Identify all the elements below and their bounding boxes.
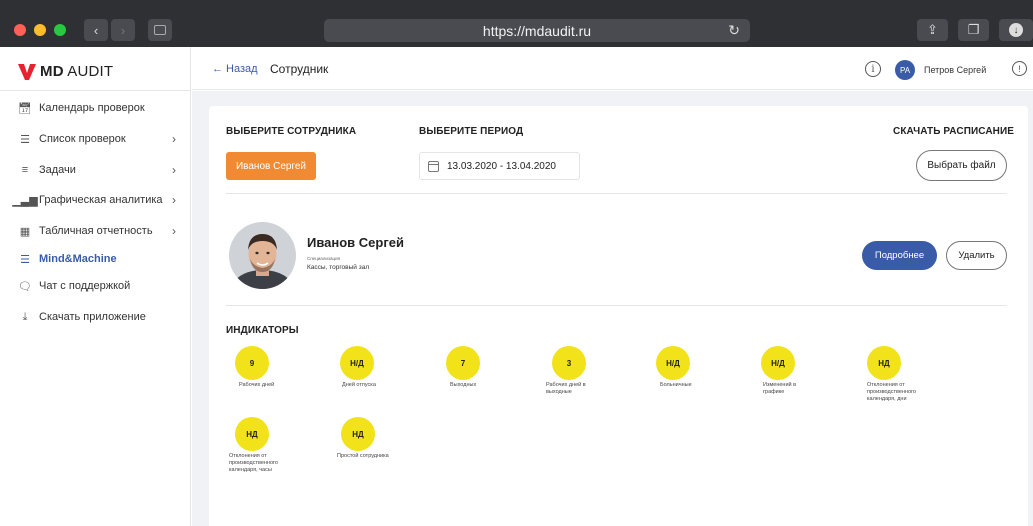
indicator-label: Рабочих дней в выходные (546, 382, 586, 395)
sidebar-item-graphic-analytics[interactable]: ▁▃▆ Графическая аналитика › (12, 190, 186, 210)
indicator-value: НД (867, 346, 901, 380)
server-icon: ☰ (20, 253, 30, 266)
sidebar: MD AUDIT 📅︎ Календарь проверок ☰ Список … (0, 47, 191, 526)
chevron-left-icon: ‹ (93, 22, 99, 38)
share-button[interactable]: ⇪ (917, 19, 948, 41)
share-icon: ⇪ (927, 22, 938, 37)
divider (226, 193, 1007, 194)
chat-icon: 🗨︎ (18, 280, 32, 293)
employee-select-button[interactable]: Иванов Сергей (226, 152, 316, 180)
forward-nav-button[interactable]: › (111, 19, 135, 41)
period-select-title: ВЫБЕРИТЕ ПЕРИОД (419, 126, 524, 137)
sidebar-item-label: Задачи (39, 164, 76, 176)
main-content: ВЫБЕРИТЕ СОТРУДНИКА Иванов Сергей ВЫБЕРИ… (192, 91, 1033, 526)
person-photo-icon (229, 222, 296, 289)
employee-name: Иванов Сергей (307, 235, 404, 250)
tabs-button[interactable]: ❐ (958, 19, 989, 41)
indicator-label: Изменений в графике (763, 382, 797, 395)
specialization-value: Кассы, торговый зал (307, 264, 370, 271)
indicator-value: 3 (552, 346, 586, 380)
download-icon: ↓ (1009, 23, 1023, 37)
back-nav-button[interactable]: ‹ (84, 19, 108, 41)
sidebar-icon (154, 25, 166, 35)
employee-select-title: ВЫБЕРИТЕ СОТРУДНИКА (226, 126, 357, 137)
indicator-label: Отклонения от производственного календар… (229, 453, 278, 473)
table-icon: ▦ (19, 225, 31, 238)
indicator-label: Простой сотрудника (337, 453, 389, 459)
top-bar: ← Назад Сотрудник i PA Петров Сергей ! (192, 47, 1033, 90)
logo[interactable]: MD AUDIT (18, 63, 113, 80)
schedule-title: СКАЧАТЬ РАСПИСАНИЕ (893, 126, 1015, 137)
indicator-label: Выходных (450, 382, 477, 388)
sidebar-item-support-chat[interactable]: 🗨︎ Чат с поддержкой (18, 276, 186, 296)
period-input[interactable]: 13.03.2020 - 13.04.2020 (419, 152, 580, 180)
checklist-icon: ☰ (20, 133, 30, 146)
period-value: 13.03.2020 - 13.04.2020 (447, 160, 556, 172)
calendar-icon (428, 160, 439, 172)
avatar[interactable]: PA (895, 60, 915, 80)
maximize-window-button[interactable] (54, 24, 66, 36)
sidebar-item-label: Табличная отчетность (39, 225, 153, 237)
sidebar-divider (0, 90, 191, 91)
reload-icon[interactable]: ↻ (728, 22, 740, 39)
indicator-label: Больничные (660, 382, 692, 388)
tabs-icon: ❐ (967, 22, 980, 37)
details-button[interactable]: Подробнее (862, 241, 937, 270)
sidebar-item-calendar[interactable]: 📅︎ Календарь проверок (18, 98, 186, 118)
minimize-window-button[interactable] (34, 24, 46, 36)
indicator-value: 7 (446, 346, 480, 380)
download-icon: ⤓ (22, 310, 28, 323)
page-title: Сотрудник (270, 62, 329, 76)
sidebar-item-label: Список проверок (39, 133, 126, 145)
calendar-icon: 📅︎ (18, 102, 32, 115)
sidebar-item-mind-machine[interactable]: ☰ Mind&Machine (18, 249, 186, 269)
bar-chart-icon: ▁▃▆ (12, 194, 38, 207)
indicator-label: Дней отпуска (342, 382, 376, 388)
sidebar-item-table-reports[interactable]: ▦ Табличная отчетность › (18, 221, 186, 241)
downloads-button[interactable]: ↓ (999, 19, 1033, 41)
logo-text: MD AUDIT (40, 63, 114, 80)
chevron-right-icon: › (172, 132, 176, 146)
address-bar[interactable]: https://mdaudit.ru ↻ (324, 19, 750, 42)
chevron-right-icon: › (120, 22, 126, 38)
info-icon[interactable]: i (865, 61, 881, 77)
sidebar-item-tasks[interactable]: ≡ Задачи › (18, 160, 186, 180)
indicator-value: Н/Д (340, 346, 374, 380)
chevron-right-icon: › (172, 224, 176, 238)
chevron-right-icon: › (172, 193, 176, 207)
employee-card: ВЫБЕРИТЕ СОТРУДНИКА Иванов Сергей ВЫБЕРИ… (209, 106, 1028, 526)
notification-icon[interactable]: ! (1012, 61, 1027, 76)
tasks-icon: ≡ (21, 164, 29, 176)
indicator-value: НД (235, 417, 269, 451)
close-window-button[interactable] (14, 24, 26, 36)
sidebar-item-download-app[interactable]: ⤓ Скачать приложение (18, 307, 186, 327)
indicator-label: Рабочих дней (239, 382, 275, 388)
specialization-label: Специализация (307, 256, 341, 261)
indicator-value: Н/Д (761, 346, 795, 380)
employee-photo (229, 222, 296, 289)
sidebar-item-checks-list[interactable]: ☰ Список проверок › (18, 129, 186, 149)
indicator-value: Н/Д (656, 346, 690, 380)
indicator-value: НД (341, 417, 375, 451)
user-name[interactable]: Петров Сергей (924, 65, 986, 75)
logo-icon (18, 63, 36, 80)
sidebar-item-label: Календарь проверок (39, 102, 145, 114)
sidebar-item-label: Графическая аналитика (39, 194, 163, 206)
sidebar-item-label: Чат с поддержкой (39, 280, 131, 292)
indicators-title: ИНДИКАТОРЫ (226, 325, 299, 336)
divider (226, 305, 1007, 306)
browser-toolbar: ‹ › https://mdaudit.ru ↻ ⇪ ❐ ↓ (0, 0, 1033, 47)
sidebar-toggle-button[interactable] (148, 19, 172, 41)
chevron-right-icon: › (172, 163, 176, 177)
sidebar-item-label: Mind&Machine (39, 253, 117, 265)
back-link[interactable]: ← Назад (212, 63, 258, 75)
delete-button[interactable]: Удалить (946, 241, 1007, 270)
indicator-label: Отклонения от производственного календар… (867, 382, 916, 402)
url-text: https://mdaudit.ru (482, 22, 592, 39)
sidebar-item-label: Скачать приложение (39, 311, 146, 323)
choose-file-button[interactable]: Выбрать файл (916, 150, 1007, 181)
indicator-value: 9 (235, 346, 269, 380)
